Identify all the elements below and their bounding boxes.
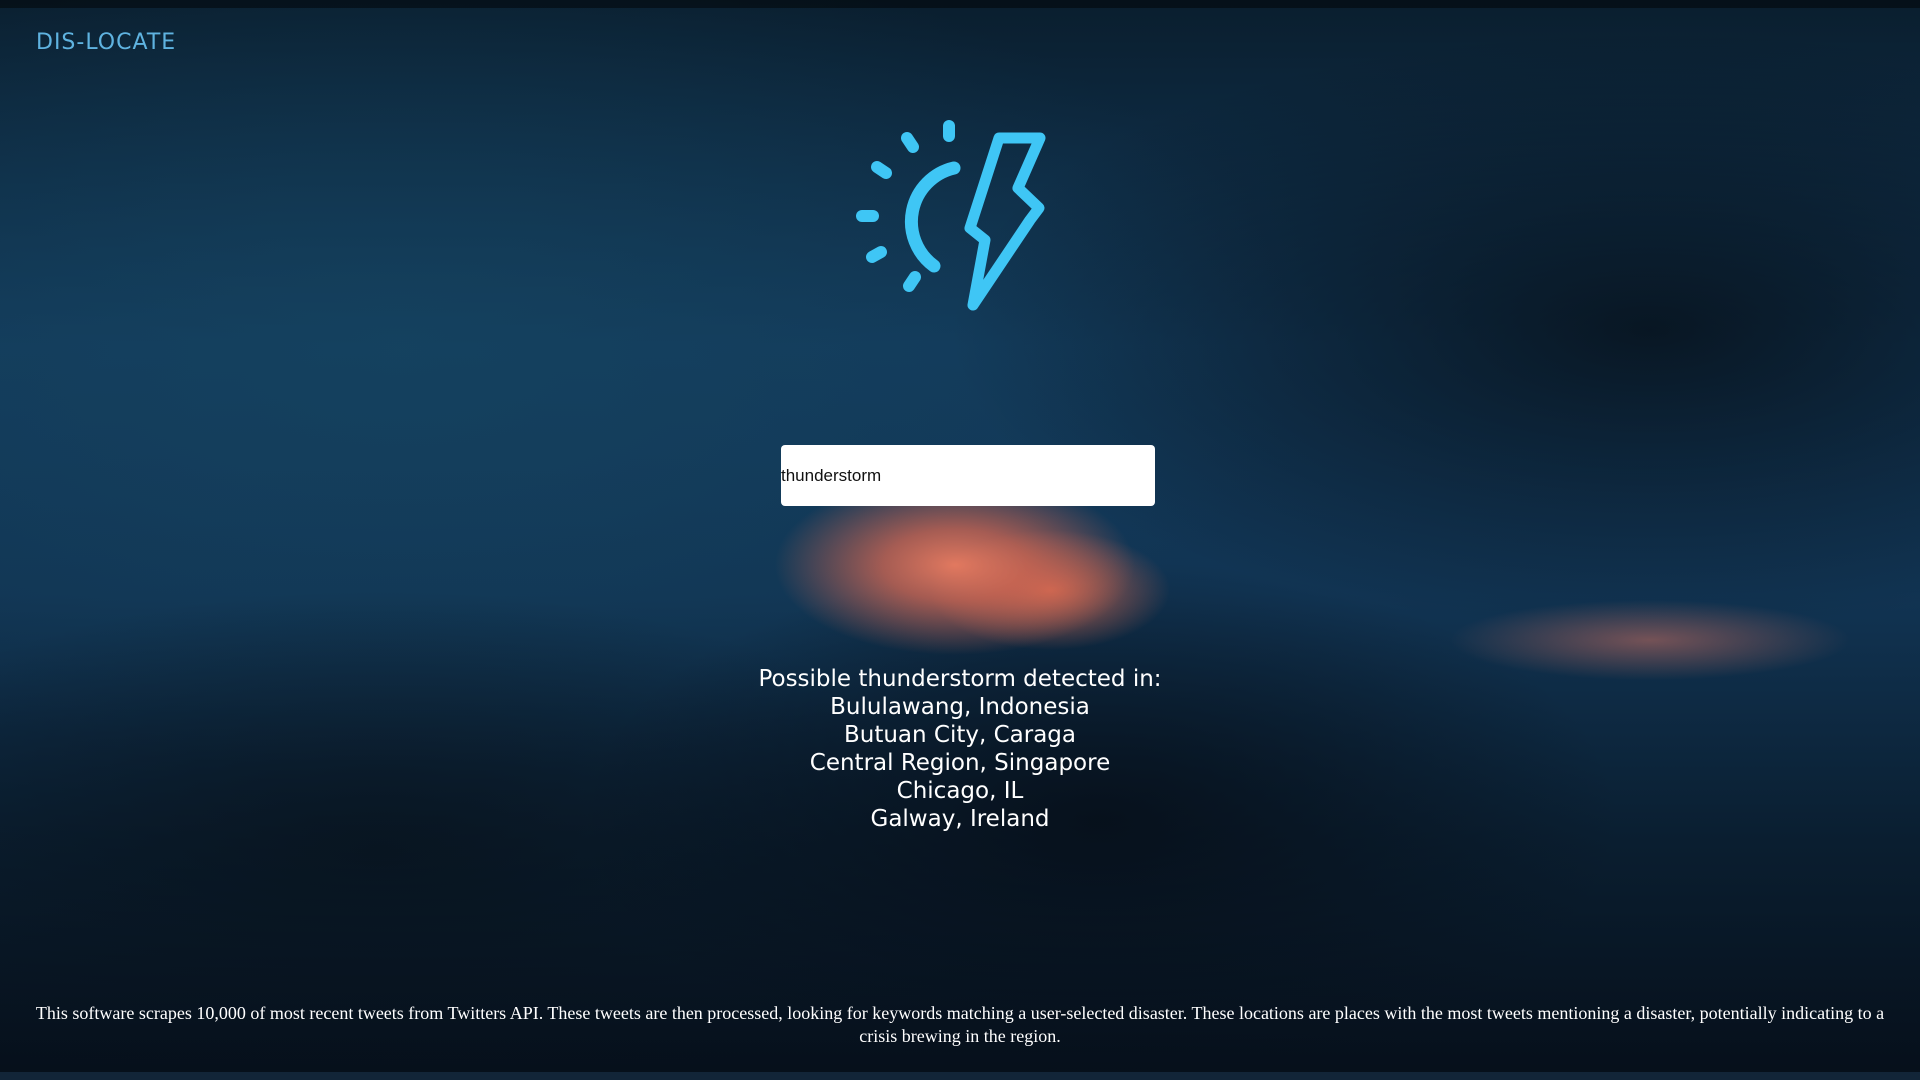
disaster-search-input[interactable]	[781, 445, 1155, 506]
result-location: Chicago, IL	[896, 778, 1024, 804]
top-bar	[0, 0, 1920, 8]
result-location: Central Region, Singapore	[809, 750, 1111, 776]
bottom-bar	[0, 1072, 1920, 1080]
brand-logo-text[interactable]: DIS-LOCATE	[36, 30, 176, 55]
search-box	[781, 445, 1155, 506]
results-panel: Possible thunderstorm detected in: Bulul…	[660, 665, 1260, 833]
result-location: Galway, Ireland	[870, 806, 1050, 832]
result-location: Bululawang, Indonesia	[830, 694, 1090, 720]
results-heading: Possible thunderstorm detected in:	[758, 666, 1162, 692]
result-location: Butuan City, Caraga	[843, 722, 1077, 748]
footer-description: This software scrapes 10,000 of most rec…	[35, 1003, 1885, 1046]
sun-lightning-icon	[852, 118, 1052, 318]
